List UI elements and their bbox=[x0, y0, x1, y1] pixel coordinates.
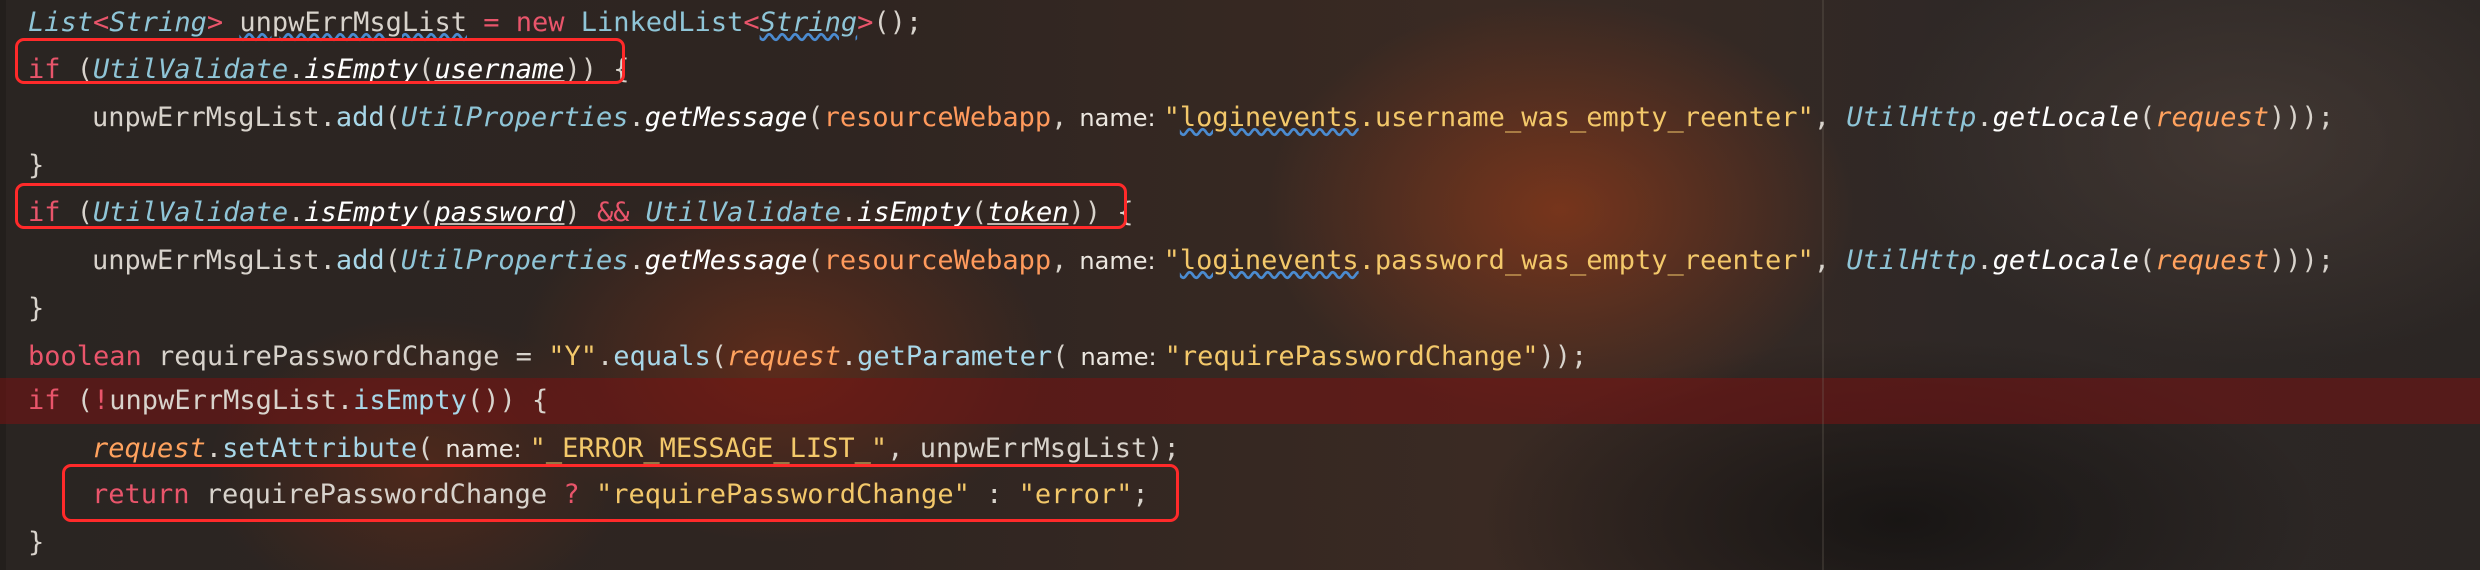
code-token: request bbox=[92, 433, 206, 464]
code-token: ( bbox=[2138, 102, 2156, 133]
code-token: )); bbox=[1538, 341, 1588, 372]
code-token: String bbox=[759, 7, 858, 38]
code-token: > bbox=[857, 7, 874, 38]
code-token: } bbox=[28, 527, 45, 558]
code-token: loginevents bbox=[1179, 245, 1359, 276]
code-token: equals bbox=[613, 341, 711, 372]
parameter-name-hint: name: bbox=[1079, 104, 1156, 132]
code-token: ( bbox=[807, 245, 824, 276]
code-token: ! bbox=[93, 385, 110, 416]
code-token: "requirePasswordChange" bbox=[1164, 341, 1539, 372]
code-token: . bbox=[628, 102, 645, 133]
code-line[interactable]: boolean requirePasswordChange = "Y".equa… bbox=[28, 334, 1587, 380]
code-token: , unpwErrMsgList); bbox=[887, 433, 1180, 464]
parameter-name-hint: name: bbox=[445, 435, 522, 463]
code-token: , bbox=[1051, 102, 1068, 133]
code-token: List bbox=[28, 7, 94, 38]
code-token: = bbox=[466, 7, 516, 38]
parameter-name-hint: name: bbox=[1079, 247, 1156, 275]
code-token: resourceWebapp bbox=[823, 245, 1052, 276]
code-token: ()) { bbox=[466, 385, 549, 416]
code-token: .username_was_empty_reenter" bbox=[1358, 102, 1814, 133]
code-token: . bbox=[628, 245, 645, 276]
code-line[interactable]: unpwErrMsgList.add(UtilProperties.getMes… bbox=[28, 238, 2334, 284]
code-token: .password_was_empty_reenter" bbox=[1358, 245, 1814, 276]
code-token: " bbox=[1163, 245, 1180, 276]
annotation-box-if-username bbox=[15, 38, 625, 84]
code-line[interactable]: unpwErrMsgList.add(UtilProperties.getMes… bbox=[28, 95, 2334, 141]
code-token: . bbox=[596, 341, 614, 372]
code-token: unpwErrMsgList bbox=[92, 102, 320, 133]
code-token: "_ERROR_MESSAGE_LIST_" bbox=[529, 433, 888, 464]
code-token: < bbox=[743, 7, 760, 38]
code-token: request bbox=[2155, 245, 2269, 276]
code-token: ( bbox=[710, 341, 728, 372]
code-token: ( bbox=[2138, 245, 2156, 276]
code-token: new bbox=[515, 7, 565, 38]
code-token: requirePasswordChange = bbox=[141, 341, 549, 372]
code-token: UtilProperties bbox=[400, 102, 629, 133]
code-token: String bbox=[109, 7, 207, 38]
code-token: getParameter bbox=[857, 341, 1053, 372]
code-token: add bbox=[335, 245, 385, 276]
code-token: } bbox=[28, 150, 45, 181]
code-line[interactable]: } bbox=[28, 520, 44, 566]
code-token: . bbox=[205, 433, 223, 464]
code-token: ( bbox=[807, 102, 824, 133]
parameter-name-hint: name: bbox=[1080, 343, 1157, 371]
code-token: . bbox=[319, 245, 336, 276]
code-token: LinkedList bbox=[564, 7, 744, 38]
code-token: , bbox=[1813, 245, 1847, 276]
code-token: resourceWebapp bbox=[823, 102, 1052, 133]
code-token: request bbox=[2155, 102, 2269, 133]
code-token: UtilHttp bbox=[1846, 245, 1977, 276]
code-token: "Y" bbox=[548, 341, 597, 372]
code-token: setAttribute bbox=[222, 433, 418, 464]
code-token: UtilProperties bbox=[400, 245, 629, 276]
annotation-box-if-password-token bbox=[15, 183, 1127, 229]
code-token: ))); bbox=[2269, 102, 2335, 133]
code-token: . bbox=[319, 102, 336, 133]
code-token: UtilHttp bbox=[1846, 102, 1977, 133]
code-line[interactable]: if (!unpwErrMsgList.isEmpty()) { bbox=[28, 378, 548, 424]
code-token: ))); bbox=[2269, 245, 2335, 276]
code-token: } bbox=[28, 293, 45, 324]
code-token: isEmpty bbox=[353, 385, 467, 416]
code-token: ( bbox=[384, 102, 401, 133]
code-token: boolean bbox=[28, 341, 142, 372]
code-token: getLocale bbox=[1992, 102, 2139, 133]
code-token: . bbox=[840, 341, 858, 372]
code-token: . bbox=[1976, 102, 1993, 133]
code-token: unpwErrMsgList bbox=[239, 7, 467, 38]
code-token: getMessage bbox=[644, 102, 808, 133]
code-token: ( bbox=[417, 433, 434, 464]
code-token: if bbox=[28, 385, 61, 416]
code-token: request bbox=[727, 341, 841, 372]
code-token: ( bbox=[1052, 341, 1069, 372]
annotation-box-return-statement bbox=[62, 464, 1179, 522]
code-token: ( bbox=[60, 385, 94, 416]
code-token: < bbox=[93, 7, 110, 38]
code-token: loginevents bbox=[1179, 102, 1359, 133]
code-token: , bbox=[1051, 245, 1068, 276]
code-token: . bbox=[336, 385, 354, 416]
code-token: getMessage bbox=[644, 245, 808, 276]
code-token: unpwErrMsgList bbox=[92, 245, 320, 276]
code-token: unpwErrMsgList bbox=[109, 385, 337, 416]
code-token: ( bbox=[384, 245, 401, 276]
code-token: add bbox=[335, 102, 385, 133]
code-line[interactable]: } bbox=[28, 286, 44, 332]
code-token: (); bbox=[873, 7, 923, 38]
code-token: > bbox=[206, 7, 224, 38]
code-token: . bbox=[1976, 245, 1993, 276]
code-token: getLocale bbox=[1992, 245, 2139, 276]
code-token: , bbox=[1813, 102, 1847, 133]
code-token: " bbox=[1163, 102, 1180, 133]
